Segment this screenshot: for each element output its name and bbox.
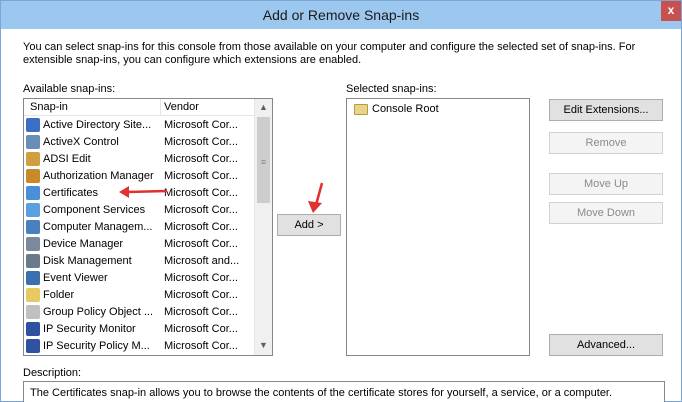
scroll-down-arrow[interactable]: ▼ <box>255 337 272 354</box>
snapin-name: ActiveX Control <box>43 136 119 148</box>
add-button[interactable]: Add > <box>277 214 341 236</box>
window-title: Add or Remove Snap-ins <box>262 7 420 23</box>
snapin-row[interactable]: Group Policy Object ... Microsoft Cor... <box>24 304 254 321</box>
component-services-icon <box>26 203 40 217</box>
column-divider[interactable] <box>160 99 161 116</box>
ip-security-monitor-icon <box>26 322 40 336</box>
description-text: The Certificates snap-in allows you to b… <box>30 387 613 399</box>
snapin-row[interactable]: ActiveX Control Microsoft Cor... <box>24 134 254 151</box>
snapin-name: Active Directory Site... <box>43 119 152 131</box>
snapin-vendor: Microsoft Cor... <box>164 136 238 148</box>
active-directory-icon <box>26 118 40 132</box>
scrollbar-grip-icon: ≡ <box>260 157 267 167</box>
snapin-row[interactable]: IP Security Policy M... Microsoft Cor... <box>24 338 254 355</box>
annotation-arrow-left-icon <box>119 186 168 198</box>
snapin-name: Group Policy Object ... <box>43 306 154 318</box>
vertical-scrollbar[interactable]: ▲ ≡ ▼ <box>254 99 272 355</box>
event-viewer-icon <box>26 271 40 285</box>
scroll-up-arrow[interactable]: ▲ <box>255 99 272 116</box>
move-down-button[interactable]: Move Down <box>549 202 663 224</box>
snapin-vendor: Microsoft Cor... <box>164 340 238 352</box>
snapin-vendor: Microsoft Cor... <box>164 170 238 182</box>
add-remove-snapins-dialog: Add or Remove Snap-ins x You can select … <box>0 0 682 402</box>
snapin-row[interactable]: Device Manager Microsoft Cor... <box>24 236 254 253</box>
advanced-button[interactable]: Advanced... <box>549 334 663 356</box>
snapin-row[interactable]: Disk Management Microsoft and... <box>24 253 254 270</box>
adsi-edit-icon <box>26 152 40 166</box>
activex-icon <box>26 135 40 149</box>
column-header-vendor[interactable]: Vendor <box>164 101 199 113</box>
snapin-name: ADSI Edit <box>43 153 91 165</box>
description-label: Description: <box>23 367 82 379</box>
snapin-name: Component Services <box>43 204 146 216</box>
snapin-row[interactable]: Active Directory Site... Microsoft Cor... <box>24 117 254 134</box>
close-button[interactable]: x <box>661 1 681 21</box>
folder-icon <box>26 288 40 302</box>
snapin-rows: Active Directory Site... Microsoft Cor...… <box>24 117 254 355</box>
snapin-vendor: Microsoft Cor... <box>164 306 238 318</box>
snapin-vendor: Microsoft Cor... <box>164 187 238 199</box>
group-policy-icon <box>26 305 40 319</box>
snapin-vendor: Microsoft and... <box>164 255 240 267</box>
authorization-icon <box>26 169 40 183</box>
snapin-vendor: Microsoft Cor... <box>164 238 238 250</box>
snapin-name: Computer Managem... <box>43 221 153 233</box>
snapin-row[interactable]: ADSI Edit Microsoft Cor... <box>24 151 254 168</box>
selected-snapins-label: Selected snap-ins: <box>346 83 437 95</box>
edit-extensions-button[interactable]: Edit Extensions... <box>549 99 663 121</box>
selected-snapins-list[interactable]: Console Root <box>346 98 530 356</box>
snapin-name: Folder <box>43 289 75 301</box>
available-snapins-list[interactable]: Snap-in Vendor Active Directory Site... M… <box>23 98 273 356</box>
annotation-arrow-down-icon <box>308 182 324 213</box>
certificates-icon <box>26 186 40 200</box>
snapin-vendor: Microsoft Cor... <box>164 289 238 301</box>
remove-button[interactable]: Remove <box>549 132 663 154</box>
snapin-row[interactable]: IP Security Monitor Microsoft Cor... <box>24 321 254 338</box>
snapin-vendor: Microsoft Cor... <box>164 323 238 335</box>
disk-management-icon <box>26 254 40 268</box>
snapin-vendor: Microsoft Cor... <box>164 204 238 216</box>
snapin-vendor: Microsoft Cor... <box>164 119 238 131</box>
snapin-name: IP Security Monitor <box>43 323 136 335</box>
folder-icon <box>354 104 368 115</box>
snapin-row[interactable]: Computer Managem... Microsoft Cor... <box>24 219 254 236</box>
snapin-row[interactable]: Event Viewer Microsoft Cor... <box>24 270 254 287</box>
snapin-vendor: Microsoft Cor... <box>164 272 238 284</box>
move-up-button[interactable]: Move Up <box>549 173 663 195</box>
snapin-row[interactable]: Component Services Microsoft Cor... <box>24 202 254 219</box>
ip-security-policy-icon <box>26 339 40 353</box>
snapin-name: Authorization Manager <box>43 170 154 182</box>
intro-text: You can select snap-ins for this console… <box>23 41 636 66</box>
snapin-name: Disk Management <box>43 255 132 267</box>
snapin-name: Device Manager <box>43 238 124 250</box>
snapin-vendor: Microsoft Cor... <box>164 221 238 233</box>
scrollbar-thumb[interactable]: ≡ <box>257 117 270 203</box>
available-snapins-label: Available snap-ins: <box>23 83 116 95</box>
computer-management-icon <box>26 220 40 234</box>
console-root-label: Console Root <box>372 103 439 115</box>
snapin-vendor: Microsoft Cor... <box>164 153 238 165</box>
device-manager-icon <box>26 237 40 251</box>
title-bar[interactable]: Add or Remove Snap-ins x <box>1 1 681 29</box>
snapin-name: Event Viewer <box>43 272 108 284</box>
column-header-snapin[interactable]: Snap-in <box>30 101 68 113</box>
snapin-name: IP Security Policy M... <box>43 340 150 352</box>
description-box: The Certificates snap-in allows you to b… <box>23 381 665 402</box>
list-header: Snap-in Vendor <box>24 99 254 116</box>
snapin-row[interactable]: Folder Microsoft Cor... <box>24 287 254 304</box>
